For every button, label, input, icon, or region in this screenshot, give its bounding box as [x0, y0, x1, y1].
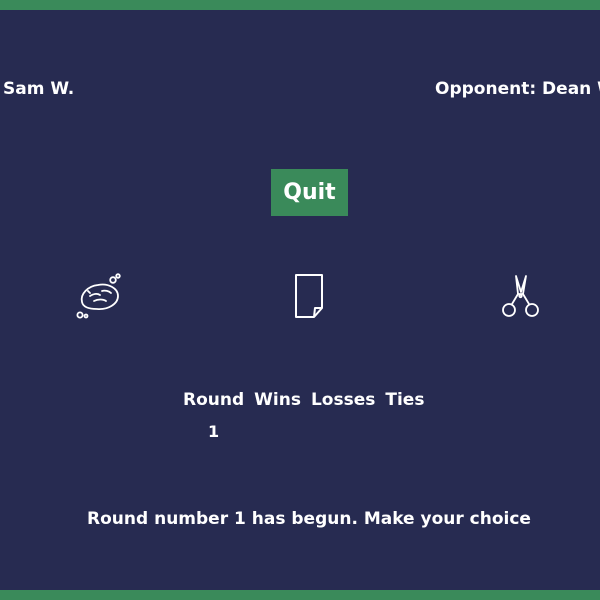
rock-icon [76, 273, 121, 319]
scoreboard: Round Wins Losses Ties 1 [183, 389, 434, 441]
round-header: Round [183, 390, 245, 410]
player-name: Sam W. [3, 79, 75, 99]
score-row: 1 [183, 411, 434, 441]
ties-header: Ties [385, 390, 425, 410]
wins-header: Wins [254, 390, 301, 410]
top-accent-bar [0, 0, 600, 10]
bottom-accent-bar [0, 590, 600, 600]
opponent-name: Opponent: Dean W. [435, 79, 600, 99]
scissors-icon [502, 275, 539, 317]
losses-header: Losses [310, 390, 376, 410]
score-header-row: Round Wins Losses Ties [183, 389, 434, 411]
ties-value [385, 411, 434, 441]
choice-paper[interactable] [282, 268, 338, 324]
choice-scissors[interactable] [492, 268, 548, 324]
quit-button[interactable]: Quit [271, 169, 348, 216]
status-message: Round number 1 has begun. Make your choi… [87, 509, 531, 529]
round-value: 1 [208, 422, 220, 441]
wins-value [254, 411, 311, 441]
score-table: Round Wins Losses Ties 1 [183, 389, 434, 441]
paper-icon [295, 274, 323, 318]
choice-rock[interactable] [72, 268, 128, 324]
losses-value [311, 411, 385, 441]
